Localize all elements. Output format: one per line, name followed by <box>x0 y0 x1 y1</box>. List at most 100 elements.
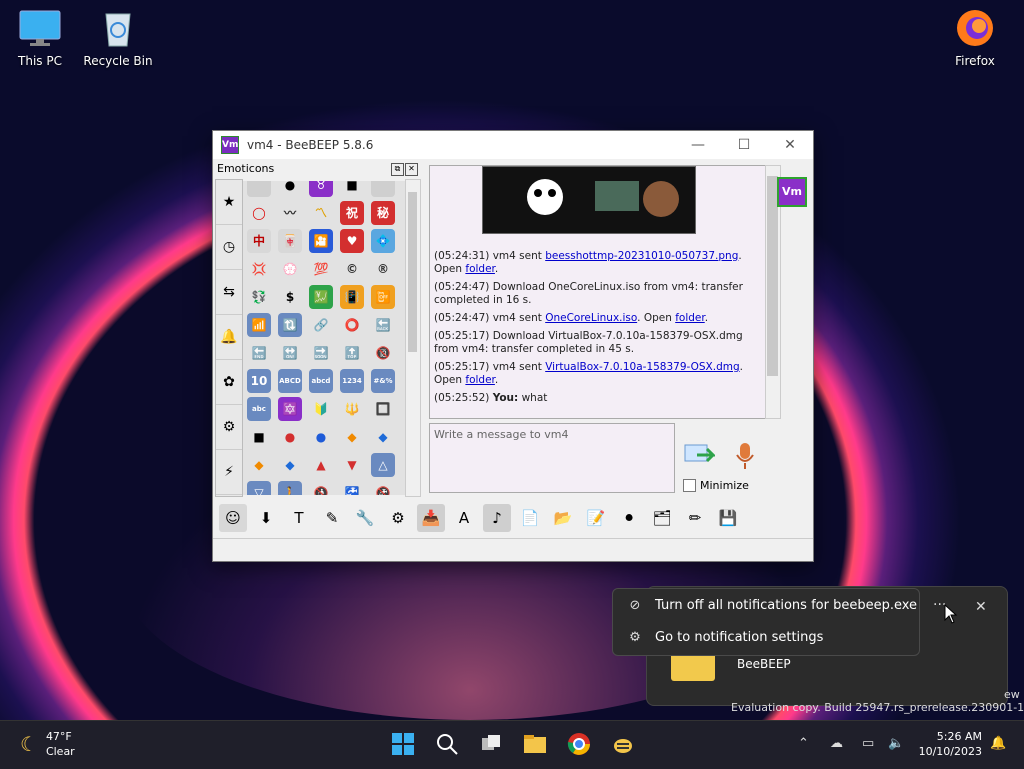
emoticon-cell[interactable]: 🔗 <box>309 313 333 337</box>
emoticon-cell[interactable]: ● <box>278 425 302 449</box>
emoticon-cell[interactable]: ■ <box>247 425 271 449</box>
toolbar-button-13[interactable]: 🗂 <box>648 504 676 532</box>
toolbar-button-3[interactable]: ✎ <box>318 504 346 532</box>
emoticon-cell[interactable]: 🔙 <box>371 313 395 337</box>
folder-link[interactable]: folder <box>675 312 705 324</box>
menu-item-turn-off-notifications[interactable]: ⊘ Turn off all notifications for beebeep… <box>613 589 919 621</box>
emoticon-cell[interactable]: ● <box>309 425 333 449</box>
toolbar-button-2[interactable]: T <box>285 504 313 532</box>
file-link[interactable]: OneCoreLinux.iso <box>545 312 637 324</box>
emoticon-tab-2[interactable]: ⇆ <box>216 270 242 315</box>
search-icon[interactable] <box>434 732 460 758</box>
file-link[interactable]: beesshottmp-20231010-050737.png <box>545 250 738 262</box>
emoticon-cell[interactable]: ● <box>278 181 302 197</box>
start-icon[interactable] <box>390 732 416 758</box>
toolbar-button-12[interactable]: ⚫ <box>615 504 643 532</box>
user-avatar-vm[interactable]: Vm <box>777 177 807 207</box>
emoticon-tab-0[interactable]: ★ <box>216 180 242 225</box>
emoticon-cell[interactable]: © <box>340 257 364 281</box>
emoticon-cell[interactable]: 🔯 <box>278 397 302 421</box>
emoticon-cell[interactable]: ◆ <box>340 425 364 449</box>
emoticon-cell[interactable]: 🀄 <box>278 229 302 253</box>
weather-widget[interactable]: ☾ 47°F Clear <box>20 729 75 759</box>
emoticon-cell[interactable]: ABCD <box>278 369 302 393</box>
maximize-button[interactable]: ☐ <box>721 131 767 159</box>
emoticon-cell[interactable]: #&% <box>371 369 395 393</box>
toolbar-button-4[interactable]: 🔧 <box>351 504 379 532</box>
chevron-up-icon[interactable]: ⌃ <box>798 736 809 751</box>
toolbar-button-5[interactable]: ⚙ <box>384 504 412 532</box>
emoticon-cell[interactable]: 💱 <box>247 285 271 309</box>
send-icon[interactable] <box>683 441 717 469</box>
desktop-icon-this-pc[interactable]: This PC <box>0 8 80 68</box>
emoticon-cell[interactable]: 1234 <box>340 369 364 393</box>
emoticon-scrollbar[interactable] <box>405 179 421 497</box>
task-view-icon[interactable] <box>478 732 504 758</box>
emoticon-cell[interactable]: abc <box>247 397 271 421</box>
emoticon-cell[interactable]: 〽 <box>309 201 333 225</box>
emoticon-cell[interactable]: abcd <box>309 369 333 393</box>
emoticon-cell[interactable]: 🔝 <box>340 341 364 365</box>
emoticon-cell[interactable]: ■ <box>340 181 364 197</box>
emoticon-cell[interactable]: 中 <box>247 229 271 253</box>
emoticon-cell[interactable]: 💮 <box>278 257 302 281</box>
desktop-icon-firefox[interactable]: Firefox <box>935 8 1015 68</box>
onedrive-icon[interactable]: ☁ <box>830 736 843 751</box>
emoticon-cell[interactable] <box>247 181 271 197</box>
toolbar-button-7[interactable]: A <box>450 504 478 532</box>
emoticon-cell[interactable]: 祝 <box>340 201 364 225</box>
emoticon-cell[interactable]: 🔲 <box>371 397 395 421</box>
emoticon-cell[interactable]: 📶 <box>247 313 271 337</box>
emoticon-cell[interactable]: ◆ <box>247 453 271 477</box>
toolbar-button-11[interactable]: 📝 <box>582 504 610 532</box>
emoticon-cell[interactable]: 💯 <box>309 257 333 281</box>
emoticon-cell[interactable]: ♥ <box>340 229 364 253</box>
toolbar-button-15[interactable]: 💾 <box>714 504 742 532</box>
toolbar-button-1[interactable]: ⬇ <box>252 504 280 532</box>
toolbar-button-10[interactable]: 📂 <box>549 504 577 532</box>
emoticon-cell[interactable]: 🚱 <box>371 481 395 495</box>
toolbar-button-6[interactable]: 📥 <box>417 504 445 532</box>
message-input[interactable]: Write a message to vm4 <box>429 423 675 493</box>
emoticon-cell[interactable]: 🔃 <box>278 313 302 337</box>
emoticon-cell[interactable]: 🎦 <box>309 229 333 253</box>
emoticon-cell[interactable]: 🔜 <box>309 341 333 365</box>
emoticon-cell[interactable] <box>371 181 395 197</box>
close-button[interactable]: ✕ <box>767 131 813 159</box>
emoticon-cell[interactable]: ▲ <box>309 453 333 477</box>
emoticon-cell[interactable]: 🔚 <box>247 341 271 365</box>
scroll-thumb[interactable] <box>408 192 417 352</box>
emoticon-cell[interactable]: ▽ <box>247 481 271 495</box>
notification-bell-icon[interactable]: 🔔 <box>990 736 1006 751</box>
emoticon-cell[interactable]: ▼ <box>340 453 364 477</box>
emoticon-cell[interactable]: 〰 <box>278 201 302 225</box>
emoticon-tab-1[interactable]: ◷ <box>216 225 242 270</box>
beebeep-taskbar-icon[interactable] <box>610 732 636 758</box>
emoticon-cell[interactable]: 🔱 <box>340 397 364 421</box>
toolbar-button-14[interactable]: ✏ <box>681 504 709 532</box>
emoticon-cell[interactable]: 🔞 <box>371 341 395 365</box>
emoticon-cell[interactable]: ⭕ <box>340 313 364 337</box>
minimize-checkbox[interactable]: Minimize <box>683 479 749 492</box>
emoticon-cell[interactable]: ◯ <box>247 201 271 225</box>
minimize-button[interactable]: — <box>675 131 721 159</box>
emoticon-tab-5[interactable]: ⚙ <box>216 405 242 450</box>
folder-link[interactable]: folder <box>465 263 495 275</box>
toolbar-button-0[interactable]: ☺ <box>219 504 247 532</box>
emoticon-cell[interactable]: 💹 <box>309 285 333 309</box>
emoticon-cell[interactable]: △ <box>371 453 395 477</box>
emoticon-tab-3[interactable]: 🔔 <box>216 315 242 360</box>
folder-link[interactable]: folder <box>465 374 495 386</box>
toolbar-button-8[interactable]: ♪ <box>483 504 511 532</box>
emoticon-cell[interactable]: 📴 <box>371 285 395 309</box>
clock[interactable]: 5:26 AM 10/10/2023 <box>918 729 982 759</box>
emoticon-cell[interactable]: ® <box>371 257 395 281</box>
checkbox-box[interactable] <box>683 479 696 492</box>
emoticon-cell[interactable]: ♉ <box>309 181 333 197</box>
emoticon-tab-6[interactable]: ⚡ <box>216 450 242 495</box>
emoticon-cell[interactable]: 🔛 <box>278 341 302 365</box>
emoticon-cell[interactable]: 秘 <box>371 201 395 225</box>
emoticon-cell[interactable]: 💢 <box>247 257 271 281</box>
close-icon[interactable]: ✕ <box>975 599 987 615</box>
emoticon-cell[interactable]: 🚯 <box>309 481 333 495</box>
